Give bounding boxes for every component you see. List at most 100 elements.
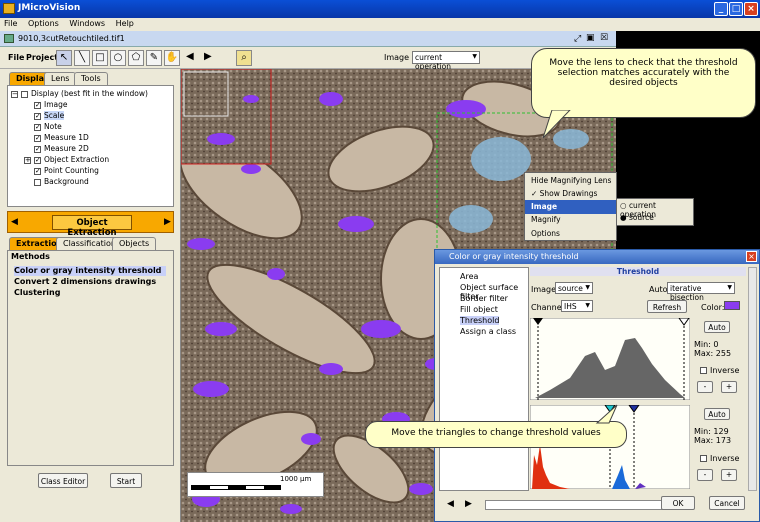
toolbar-file[interactable]: File [8, 53, 24, 62]
header-left-arrow-icon[interactable]: ◀ [11, 217, 18, 227]
hist2-max: Max: 173 [694, 436, 732, 445]
toolbar-project[interactable]: Project [26, 53, 58, 62]
maximize-doc-icon[interactable]: ▣ [586, 33, 595, 43]
menu-magnify[interactable]: Magnify [525, 213, 616, 227]
lens-callout: Move the lens to check that the threshol… [531, 48, 756, 118]
triangles-callout-tail [595, 404, 618, 424]
step-threshold[interactable]: Threshold [460, 316, 500, 325]
menu-image[interactable]: Image [525, 200, 616, 214]
menu-options[interactable]: Options [24, 18, 63, 29]
line-tool-icon[interactable]: ╲ [74, 50, 90, 66]
tree-item-measure-1d[interactable]: ✓ Measure 1D [34, 133, 89, 142]
image-select-label: Image : [384, 53, 415, 62]
ok-button[interactable]: OK [661, 496, 695, 510]
tab-tools[interactable]: Tools [74, 72, 108, 85]
tab-lens[interactable]: Lens [44, 72, 77, 85]
dialog-title: Color or gray intensity threshold [449, 252, 579, 261]
hist1-minus-button[interactable]: - [697, 381, 713, 393]
menu-file[interactable]: File [0, 18, 21, 29]
refresh-button[interactable]: Refresh [647, 300, 687, 313]
tree-item-image[interactable]: ✓ Image [34, 100, 68, 109]
minimize-button[interactable]: _ [714, 2, 728, 16]
dlg-forward-arrow-icon[interactable]: ▶ [465, 499, 472, 509]
maximize-button[interactable]: □ [729, 2, 743, 16]
hist2-minus-button[interactable]: - [697, 469, 713, 481]
extraction-header-bar: ◀ Object Extraction ▶ [7, 211, 174, 238]
step-assign-class[interactable]: Assign a class [460, 327, 516, 336]
tree-item-measure-2d[interactable]: ✓ Measure 2D [34, 144, 89, 153]
step-border-filter[interactable]: Border filter [460, 294, 508, 303]
rectangle-tool-icon[interactable]: □ [92, 50, 108, 66]
steps-list: Area Object surface filter Border filter… [439, 267, 529, 491]
polygon-tool-icon[interactable]: ⬠ [128, 50, 144, 66]
tree-item-point-counting[interactable]: ✓ Point Counting [34, 166, 99, 175]
tree-item-background[interactable]: Background [34, 177, 89, 186]
tree-root[interactable]: − Display (best fit in the window) [11, 89, 148, 98]
lens-callout-tail [542, 110, 571, 139]
dlg-channel-select[interactable]: IHS [561, 300, 593, 312]
submenu-source[interactable]: ● source [620, 213, 654, 222]
document-title-bar: 9010,3cutRetouchtiled.tif1 ⤢ ▣ ☒ [0, 31, 616, 47]
tree-item-scale[interactable]: ✓ Scale [34, 111, 65, 120]
menu-windows[interactable]: Windows [65, 18, 109, 29]
method-item-threshold[interactable]: Color or gray intensity threshold [14, 266, 166, 276]
hist2-inverse-checkbox[interactable]: Inverse [700, 454, 739, 463]
dlg-auto-select[interactable]: iterative bisection [667, 282, 735, 302]
scale-bar-label: 1000 µm [280, 475, 312, 483]
hist2-auto-button[interactable]: Auto [704, 408, 730, 420]
threshold-panel-title: Threshold [530, 267, 746, 276]
cancel-button[interactable]: Cancel [709, 496, 745, 510]
threshold-dialog: Color or gray intensity threshold × Area… [434, 249, 760, 522]
menu-help[interactable]: Help [112, 18, 138, 29]
display-tree: − Display (best fit in the window) ✓ Image… [7, 85, 174, 207]
restore-icon[interactable]: ⤢ [574, 34, 581, 44]
pointer-tool-icon[interactable]: ↖ [56, 50, 72, 66]
menu-hide-lens[interactable]: Hide Magnifying Lens [525, 174, 616, 188]
dialog-close-icon[interactable]: × [746, 251, 757, 262]
close-button[interactable]: × [744, 2, 758, 16]
dlg-image-select[interactable]: source [555, 282, 593, 294]
start-button[interactable]: Start [110, 473, 142, 488]
image-select[interactable]: current operation [412, 51, 480, 71]
app-icon [3, 3, 15, 14]
tab-objects[interactable]: Objects [112, 237, 157, 250]
close-doc-icon[interactable]: ☒ [600, 33, 608, 43]
document-title: 9010,3cutRetouchtiled.tif1 [18, 34, 125, 43]
ellipse-tool-icon[interactable]: ○ [110, 50, 126, 66]
scale-bar-graphic [191, 485, 281, 490]
intensity-histogram[interactable] [530, 318, 690, 400]
hist1-inverse-checkbox[interactable]: Inverse [700, 366, 739, 375]
methods-title: Methods [11, 252, 50, 261]
tree-item-object-extraction[interactable]: + ✓ Object Extraction [24, 155, 109, 164]
hist1-min: Min: 0 [694, 340, 719, 349]
hand-tool-icon[interactable]: ✋ [164, 50, 180, 66]
dialog-scrollbar[interactable] [748, 267, 757, 491]
freehand-tool-icon[interactable]: ✎ [146, 50, 162, 66]
scale-bar: 1000 µm [187, 472, 324, 497]
menu-show-drawings[interactable]: ✓ Show Drawings [525, 187, 616, 201]
hist1-plus-button[interactable]: + [721, 381, 737, 393]
menu-bar: File Options Windows Help [0, 18, 760, 31]
extraction-header-title: Object Extraction [52, 215, 132, 238]
triangles-callout: Move the triangles to change threshold v… [365, 421, 627, 448]
color-swatch[interactable] [724, 301, 740, 310]
tree-item-note[interactable]: ✓ Note [34, 122, 62, 131]
step-fill-object[interactable]: Fill object [460, 305, 498, 314]
left-panel: Display Lens Tools − Display (best fit in… [0, 69, 181, 522]
progress-bar [485, 500, 665, 510]
dlg-back-arrow-icon[interactable]: ◀ [447, 499, 454, 509]
method-item-clustering[interactable]: Clustering [14, 288, 60, 297]
methods-box: Methods Color or gray intensity threshol… [7, 250, 174, 466]
dialog-title-bar: Color or gray intensity threshold × [435, 250, 759, 264]
previous-arrow-icon[interactable]: ◀ [186, 51, 194, 62]
method-item-convert[interactable]: Convert 2 dimensions drawings [14, 277, 156, 286]
hist2-plus-button[interactable]: + [721, 469, 737, 481]
menu-options[interactable]: Options [525, 227, 616, 241]
class-editor-button[interactable]: Class Editor [38, 473, 88, 488]
app-title-bar: JMicroVision _ □ × [0, 0, 760, 18]
magnifier-lens-icon[interactable]: ⌕ [236, 50, 252, 66]
step-area[interactable]: Area [460, 272, 478, 281]
hist1-auto-button[interactable]: Auto [704, 321, 730, 333]
header-right-arrow-icon[interactable]: ▶ [164, 217, 171, 227]
next-arrow-icon[interactable]: ▶ [204, 51, 212, 62]
